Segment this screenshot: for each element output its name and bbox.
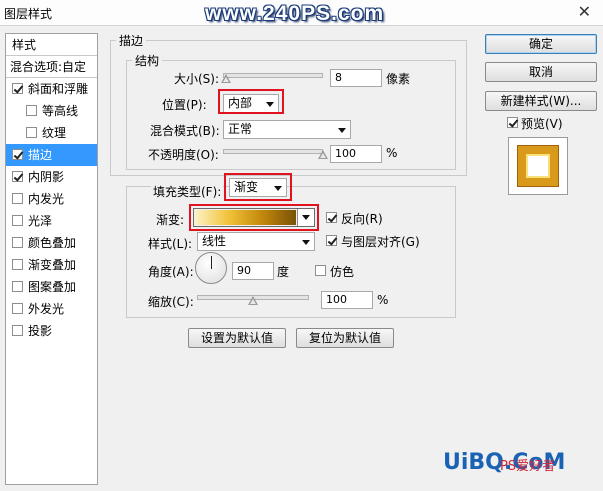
style-item-checkbox[interactable] [12, 237, 23, 248]
ok-button[interactable]: 确定 [485, 34, 597, 54]
scale-input[interactable]: 100 [321, 291, 373, 309]
preview-label: 预览(V) [521, 117, 563, 131]
style-item-4[interactable]: 内阴影 [6, 166, 97, 188]
style-item-10[interactable]: 外发光 [6, 298, 97, 320]
blend-mode-label: 混合模式(B): [150, 124, 220, 138]
opacity-slider-track[interactable] [223, 149, 323, 154]
style-item-6[interactable]: 光泽 [6, 210, 97, 232]
style-item-label: 纹理 [42, 126, 67, 140]
structure-title: 结构 [132, 52, 163, 69]
position-highlight [218, 89, 284, 114]
style-item-label: 图案叠加 [28, 280, 77, 294]
styles-header[interactable]: 样式 [6, 34, 97, 56]
styles-list: 样式 混合选项:自定 斜面和浮雕等高线纹理描边内阴影内发光光泽颜色叠加渐变叠加图… [5, 33, 98, 485]
size-input[interactable]: 8 [330, 69, 382, 87]
style-item-label: 等高线 [42, 104, 79, 118]
style-item-checkbox[interactable] [12, 193, 23, 204]
style-item-label: 渐变叠加 [28, 258, 77, 272]
position-label: 位置(P): [162, 98, 207, 112]
site-logo-cn: PS爱好者 [500, 459, 556, 474]
window-title: 图层样式 [4, 7, 53, 21]
style-item-checkbox[interactable] [12, 303, 23, 314]
style-item-label: 描边 [28, 148, 53, 162]
gradient-highlight [189, 204, 319, 231]
size-unit: 像素 [386, 72, 411, 86]
preview-swatch [518, 146, 558, 186]
style-item-label: 外发光 [28, 302, 65, 316]
style-item-9[interactable]: 图案叠加 [6, 276, 97, 298]
align-with-layer-label: 与图层对齐(G) [341, 235, 420, 249]
angle-needle [211, 256, 212, 269]
set-default-button[interactable]: 设置为默认值 [188, 328, 286, 348]
angle-dial[interactable] [195, 252, 227, 284]
scale-label: 缩放(C): [148, 295, 194, 309]
style-select[interactable]: 线性 [197, 232, 315, 251]
style-value: 线性 [202, 234, 227, 248]
angle-label: 角度(A): [148, 265, 194, 279]
align-with-layer-checkbox[interactable] [326, 235, 337, 246]
blend-mode-select[interactable]: 正常 [223, 120, 351, 139]
chevron-down-icon [302, 240, 310, 245]
style-item-label: 斜面和浮雕 [28, 82, 89, 96]
opacity-input[interactable]: 100 [330, 145, 382, 163]
opacity-slider-thumb[interactable] [318, 150, 328, 159]
dither-checkbox[interactable] [315, 265, 326, 276]
style-item-8[interactable]: 渐变叠加 [6, 254, 97, 276]
style-item-1[interactable]: 等高线 [6, 100, 97, 122]
preview-checkbox[interactable] [507, 117, 518, 128]
style-item-checkbox[interactable] [12, 259, 23, 270]
opacity-label: 不透明度(O): [148, 148, 219, 162]
style-item-checkbox[interactable] [26, 127, 37, 138]
title-bar: 图层样式 www.240PS.com ✕ [0, 0, 603, 26]
style-item-7[interactable]: 颜色叠加 [6, 232, 97, 254]
reverse-checkbox[interactable] [326, 212, 337, 223]
cancel-button[interactable]: 取消 [485, 62, 597, 82]
chevron-down-icon [338, 128, 346, 133]
angle-unit: 度 [277, 265, 290, 279]
style-preview [508, 137, 568, 195]
style-item-checkbox[interactable] [12, 83, 23, 94]
style-label: 样式(L): [148, 237, 193, 251]
size-label: 大小(S): [174, 72, 220, 86]
style-item-2[interactable]: 纹理 [6, 122, 97, 144]
style-item-checkbox[interactable] [12, 281, 23, 292]
style-item-5[interactable]: 内发光 [6, 188, 97, 210]
blend-options-item[interactable]: 混合选项:自定 [6, 56, 97, 78]
style-item-checkbox[interactable] [12, 215, 23, 226]
dither-label: 仿色 [330, 265, 355, 279]
style-item-checkbox[interactable] [12, 149, 23, 160]
close-icon[interactable]: ✕ [578, 2, 591, 21]
style-item-label: 内阴影 [28, 170, 65, 184]
size-slider-thumb[interactable] [221, 74, 231, 83]
scale-unit: % [377, 293, 389, 307]
new-style-button[interactable]: 新建样式(W)... [485, 91, 597, 111]
style-item-checkbox[interactable] [26, 105, 37, 116]
style-item-checkbox[interactable] [12, 325, 23, 336]
style-item-11[interactable]: 投影 [6, 320, 97, 342]
opacity-unit: % [386, 146, 398, 160]
style-item-3[interactable]: 描边 [6, 144, 97, 166]
style-item-checkbox[interactable] [12, 171, 23, 182]
stroke-title: 描边 [116, 32, 147, 49]
scale-slider-thumb[interactable] [248, 296, 258, 305]
size-slider-track[interactable] [223, 73, 323, 78]
style-item-label: 内发光 [28, 192, 65, 206]
site-watermark: www.240PS.com [205, 2, 385, 25]
angle-input[interactable]: 90 [232, 262, 274, 280]
blend-options-label: 混合选项:自定 [10, 60, 87, 74]
style-item-label: 光泽 [28, 214, 53, 228]
gradient-label: 渐变: [156, 213, 185, 227]
reverse-label: 反向(R) [341, 212, 383, 226]
style-item-label: 投影 [28, 324, 53, 338]
reset-default-button[interactable]: 复位为默认值 [296, 328, 394, 348]
style-item-label: 颜色叠加 [28, 236, 77, 250]
fill-type-label: 填充类型(F): [151, 183, 224, 200]
style-item-0[interactable]: 斜面和浮雕 [6, 78, 97, 100]
fill-type-highlight [224, 173, 292, 201]
blend-mode-value: 正常 [228, 122, 253, 136]
